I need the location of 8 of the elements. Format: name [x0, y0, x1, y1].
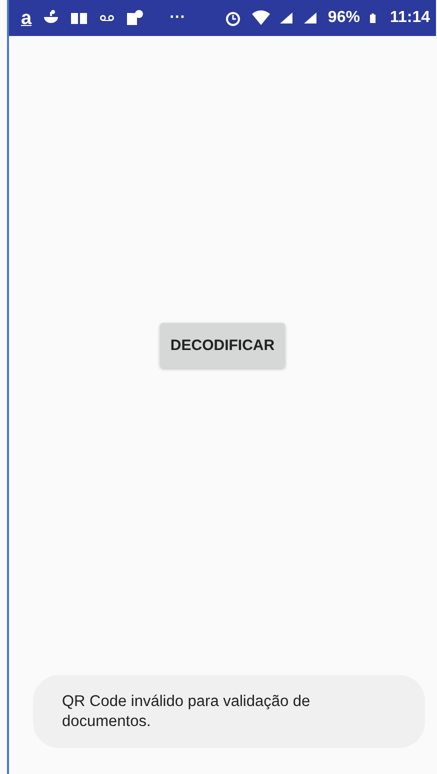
- decode-button[interactable]: DECODIFICAR: [160, 323, 285, 368]
- alarm-icon: [224, 9, 242, 27]
- more-indicator: ···: [170, 9, 186, 27]
- clock-time: 11:14: [390, 9, 430, 27]
- app-glyph: a: [21, 8, 32, 28]
- toast-message: QR Code inválido para validação de documentos.: [33, 675, 425, 748]
- battery-percent: 96%: [328, 9, 360, 27]
- wifi-icon: [252, 9, 270, 27]
